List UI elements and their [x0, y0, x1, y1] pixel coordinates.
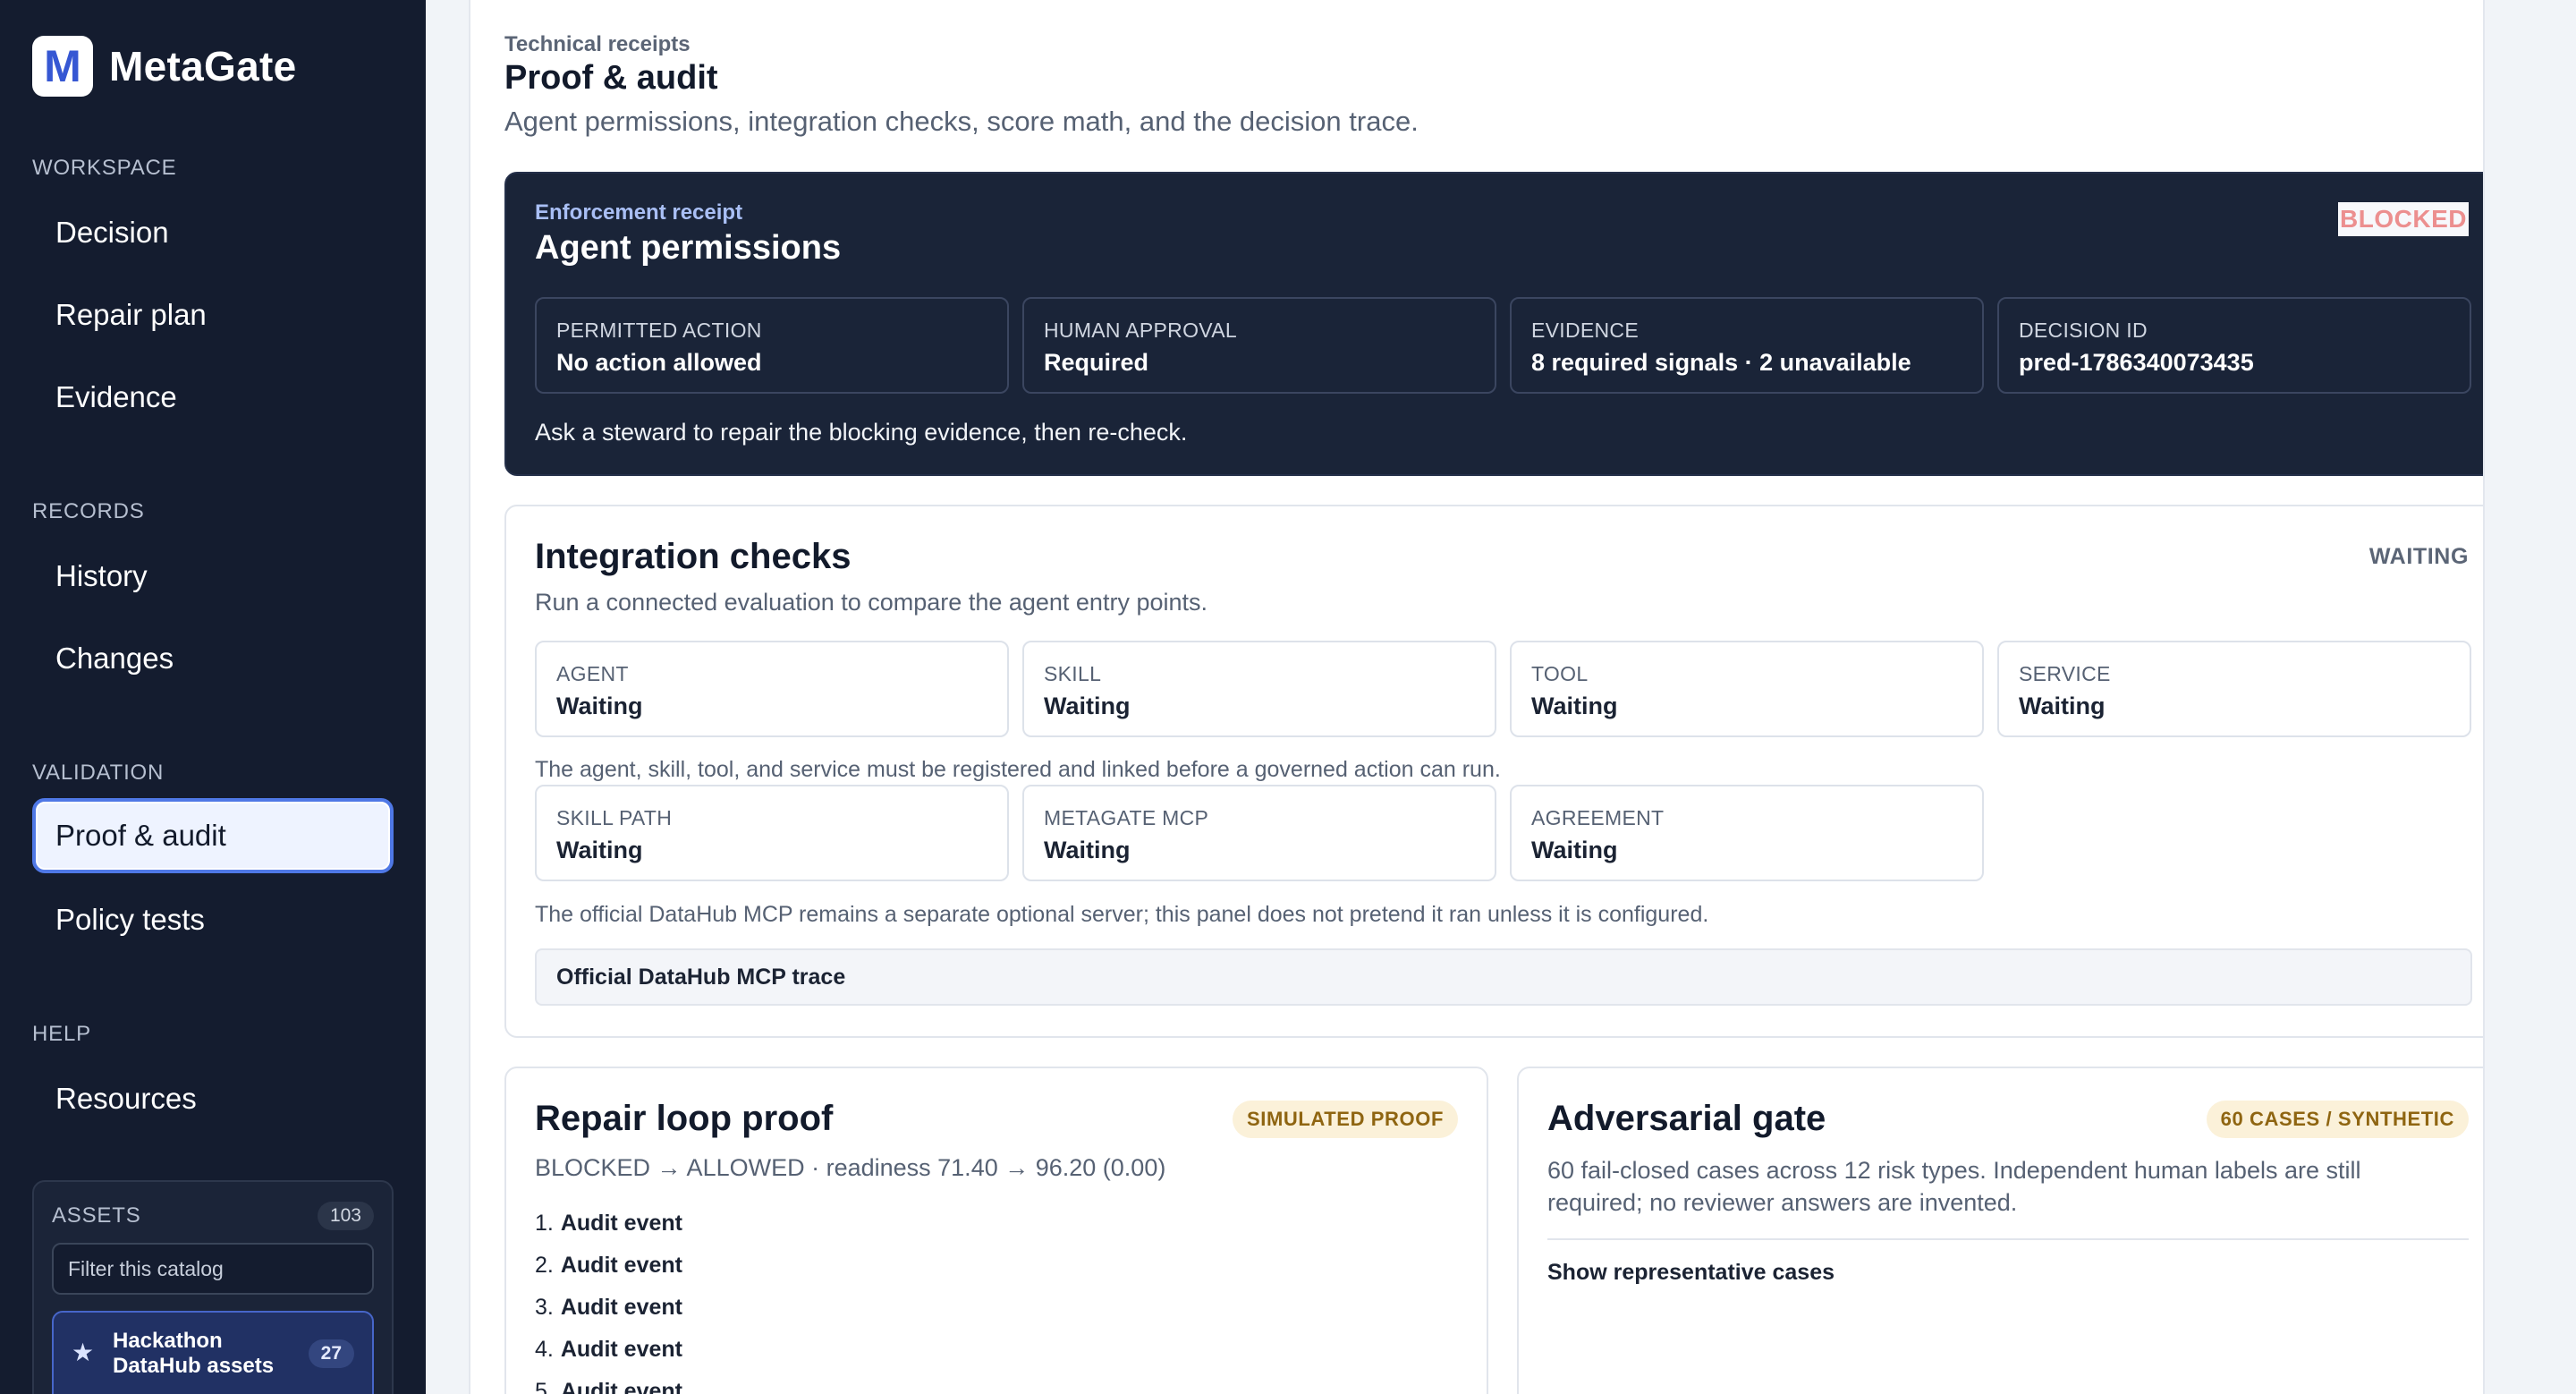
card-value: Waiting: [1044, 693, 1131, 719]
receipt-card-evidence: EVIDENCE 8 required signals · 2 unavaila…: [1510, 297, 1984, 394]
receipt-note: Ask a steward to repair the blocking evi…: [535, 419, 1188, 446]
assets-count-badge: 103: [317, 1202, 374, 1230]
nav-section-help: HELP: [32, 1022, 91, 1046]
list-item: 4. Audit event: [535, 1337, 682, 1362]
main-content: Technical receipts Proof & audit Agent p…: [469, 0, 2485, 1394]
receipt-title: Agent permissions: [535, 229, 842, 267]
list-item: 2. Audit event: [535, 1253, 682, 1278]
star-icon: ★: [72, 1339, 95, 1366]
card-label: SERVICE: [2019, 662, 2111, 685]
check-card-tool: TOOL Waiting: [1510, 641, 1984, 737]
card-value: Waiting: [1044, 837, 1131, 863]
assets-panel: ASSETS 103 ★ Hackathon DataHub assets 27: [32, 1180, 394, 1394]
card-label: TOOL: [1531, 662, 1589, 685]
card-value: Waiting: [1531, 837, 1618, 863]
integration-title: Integration checks: [535, 537, 852, 576]
check-card-skill: SKILL Waiting: [1022, 641, 1496, 737]
card-value: Waiting: [2019, 693, 2106, 719]
adversarial-gate-panel: Adversarial gate 60 CASES / SYNTHETIC 60…: [1517, 1067, 2483, 1394]
repair-loop-panel: Repair loop proof SIMULATED PROOF BLOCKE…: [504, 1067, 1488, 1394]
brand-name: MetaGate: [109, 43, 297, 89]
brand-logo-icon: M: [32, 36, 93, 97]
enforcement-receipt-panel: Enforcement receipt Agent permissions BL…: [504, 172, 2483, 476]
sidebar-item-policy-tests[interactable]: Policy tests: [32, 882, 394, 957]
card-label: SKILL PATH: [556, 806, 673, 829]
card-label: HUMAN APPROVAL: [1044, 319, 1237, 342]
brand[interactable]: M MetaGate: [32, 36, 296, 97]
card-label: AGREEMENT: [1531, 806, 1665, 829]
divider: [1547, 1238, 2469, 1240]
check-card-service: SERVICE Waiting: [1997, 641, 2471, 737]
page-eyebrow: Technical receipts: [504, 32, 691, 56]
check-card-agent: AGENT Waiting: [535, 641, 1009, 737]
check-card-metagate-mcp: METAGATE MCP Waiting: [1022, 785, 1496, 881]
nav-section-records: RECORDS: [32, 499, 145, 523]
nav-section-workspace: WORKSPACE: [32, 156, 177, 180]
card-label: METAGATE MCP: [1044, 806, 1209, 829]
card-label: DECISION ID: [2019, 319, 2148, 342]
card-value: Waiting: [1531, 693, 1618, 719]
sidebar: M MetaGate WORKSPACE Decision Repair pla…: [0, 0, 426, 1394]
list-item: 5. Audit event: [535, 1379, 682, 1394]
status-badge-waiting: WAITING: [2368, 544, 2469, 569]
card-label: AGENT: [556, 662, 629, 685]
card-value: Waiting: [556, 837, 643, 863]
assets-item-label: Hackathon DataHub assets: [113, 1329, 275, 1378]
list-item: 3. Audit event: [535, 1295, 682, 1320]
card-label: PERMITTED ACTION: [556, 319, 762, 342]
repair-loop-subtitle: BLOCKED → ALLOWED · readiness 71.40 → 96…: [535, 1154, 1166, 1181]
sidebar-item-resources[interactable]: Resources: [32, 1061, 394, 1136]
page-title: Proof & audit: [504, 59, 718, 97]
assets-label: ASSETS: [52, 1203, 141, 1228]
card-value: 8 required signals · 2 unavailable: [1531, 349, 1911, 376]
receipt-card-human-approval: HUMAN APPROVAL Required: [1022, 297, 1496, 394]
sidebar-item-repair-plan[interactable]: Repair plan: [32, 277, 394, 353]
cases-synthetic-badge: 60 CASES / SYNTHETIC: [2206, 1101, 2469, 1138]
datahub-mcp-trace-toggle[interactable]: Official DataHub MCP trace: [535, 948, 2472, 1006]
list-item: 1. Audit event: [535, 1211, 682, 1236]
sidebar-item-history[interactable]: History: [32, 539, 394, 614]
sidebar-item-evidence[interactable]: Evidence: [32, 360, 394, 435]
integration-note-datahub: The official DataHub MCP remains a separ…: [535, 902, 1709, 927]
audit-event-list: 1. Audit event 2. Audit event 3. Audit even…: [535, 1203, 682, 1394]
card-label: EVIDENCE: [1531, 319, 1639, 342]
receipt-card-permitted-action: PERMITTED ACTION No action allowed: [535, 297, 1009, 394]
receipt-card-decision-id: DECISION ID pred-1786340073435: [1997, 297, 2471, 394]
integration-subtitle: Run a connected evaluation to compare th…: [535, 589, 1208, 616]
adversarial-subtitle: 60 fail-closed cases across 12 risk type…: [1547, 1157, 2361, 1216]
card-value: No action allowed: [556, 349, 762, 376]
nav-section-validation: VALIDATION: [32, 761, 165, 785]
adversarial-title: Adversarial gate: [1547, 1099, 1826, 1138]
page-subtitle: Agent permissions, integration checks, s…: [504, 106, 1419, 137]
assets-item-count-badge: 27: [308, 1339, 354, 1368]
card-value: Required: [1044, 349, 1149, 376]
check-card-skill-path: SKILL PATH Waiting: [535, 785, 1009, 881]
sidebar-item-decision[interactable]: Decision: [32, 195, 394, 270]
show-representative-cases-toggle[interactable]: Show representative cases: [1547, 1260, 1835, 1286]
card-label: SKILL: [1044, 662, 1102, 685]
assets-item-hackathon[interactable]: ★ Hackathon DataHub assets 27: [52, 1311, 374, 1394]
integration-note-registration: The agent, skill, tool, and service must…: [535, 757, 1501, 782]
card-value: pred-1786340073435: [2019, 349, 2254, 376]
status-badge-blocked: BLOCKED: [2338, 202, 2469, 236]
integration-checks-panel: Integration checks WAITING Run a connect…: [504, 505, 2483, 1038]
sidebar-item-proof-audit[interactable]: Proof & audit: [32, 798, 394, 873]
check-card-agreement: AGREEMENT Waiting: [1510, 785, 1984, 881]
card-value: Waiting: [556, 693, 643, 719]
assets-filter-input[interactable]: [52, 1243, 374, 1295]
simulated-proof-badge: SIMULATED PROOF: [1232, 1101, 1458, 1138]
repair-loop-title: Repair loop proof: [535, 1099, 834, 1138]
receipt-eyebrow: Enforcement receipt: [535, 200, 743, 225]
sidebar-item-changes[interactable]: Changes: [32, 621, 394, 696]
